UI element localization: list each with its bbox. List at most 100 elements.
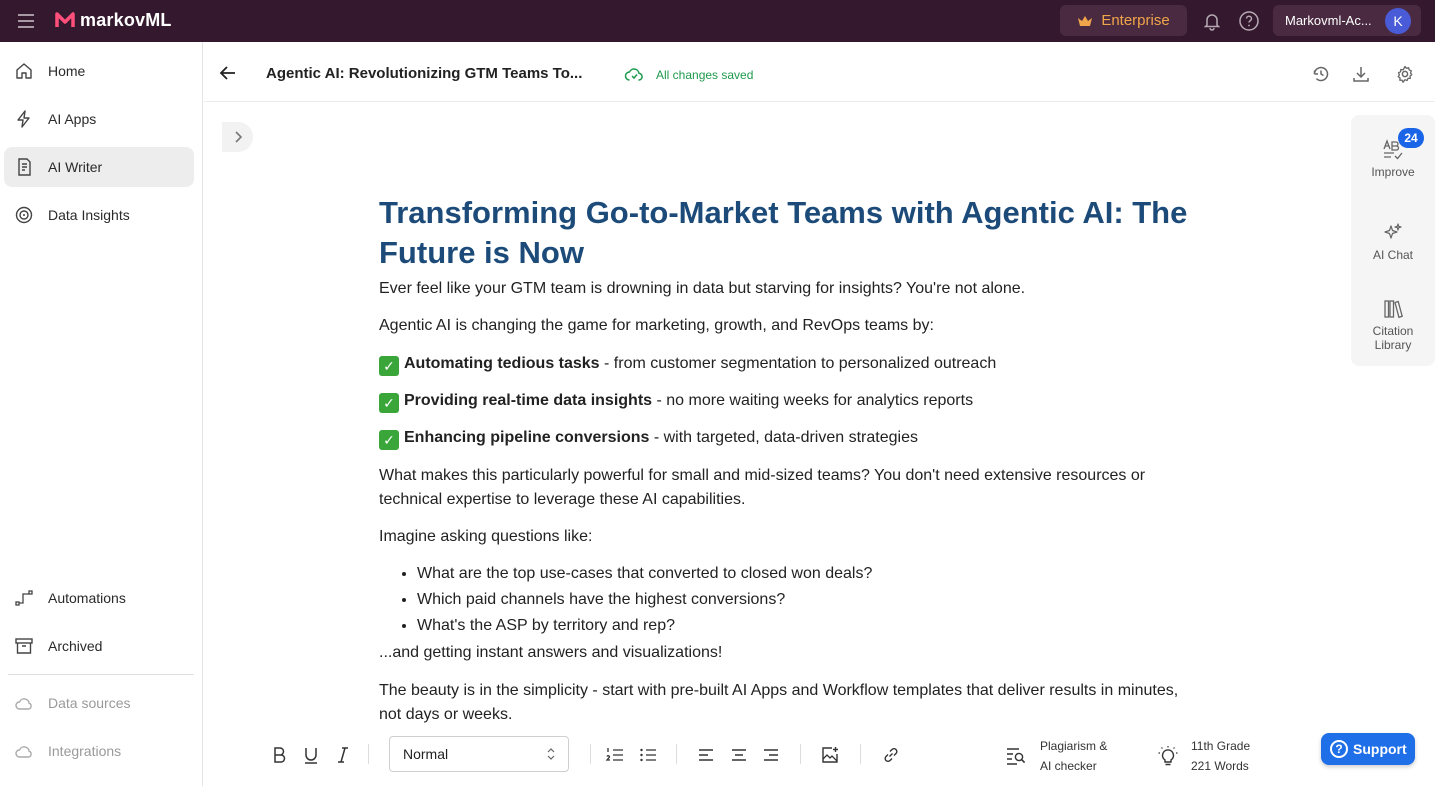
check-item-bold: Providing real-time data insights (404, 392, 653, 409)
home-icon (16, 63, 32, 79)
library-label: Library (1374, 338, 1412, 352)
citation-library-button[interactable]: Citation Library (1351, 298, 1435, 352)
insert-image-icon[interactable] (820, 745, 840, 765)
align-right-icon[interactable] (761, 745, 781, 765)
up-down-caret-icon (547, 748, 555, 760)
check-item-bold: Automating tedious tasks (404, 355, 600, 372)
improve-button[interactable]: Improve (1351, 139, 1435, 179)
workflow-icon (15, 590, 33, 606)
logo[interactable]: markovML (54, 9, 172, 31)
sidebar-item-archived[interactable]: Archived (4, 626, 194, 666)
sidebar-item-label: Home (48, 63, 86, 79)
right-tool-panel: Improve AI Chat Citation Library (1351, 115, 1435, 366)
checkmark-icon: ✓ (379, 393, 399, 413)
check-item: ✓ Enhancing pipeline conversions - with t… (379, 426, 1189, 450)
sidebar-item-label: AI Apps (48, 111, 97, 127)
sidebar-divider (8, 674, 194, 675)
word-count: 221 Words (1191, 759, 1249, 773)
help-icon[interactable] (1238, 10, 1260, 32)
bullet-list-icon[interactable] (638, 745, 658, 765)
sidebar-item-label: Data sources (48, 695, 131, 711)
notifications-bell-icon[interactable] (1201, 10, 1223, 32)
cloud-sync-icon (624, 65, 644, 83)
align-center-icon[interactable] (729, 745, 749, 765)
expand-panel-button[interactable] (222, 122, 253, 152)
toolbar-divider (800, 744, 801, 764)
sparkles-icon (1384, 223, 1402, 239)
improve-count-badge: 24 (1398, 128, 1424, 148)
cloud-icon (15, 746, 32, 758)
menu-icon[interactable] (16, 11, 36, 31)
library-books-icon (1384, 300, 1403, 319)
toolbar-divider (590, 744, 591, 764)
sidebar-item-automations[interactable]: Automations (4, 578, 194, 618)
settings-gear-icon[interactable] (1395, 64, 1415, 84)
plagiarism-label-line2: AI checker (1040, 759, 1097, 773)
paragraph: The beauty is in the simplicity - start … (379, 682, 1179, 723)
sidebar-item-label: Data Insights (48, 207, 130, 223)
sidebar-item-label: Automations (48, 590, 126, 606)
paragraph: Ever feel like your GTM team is drowning… (379, 280, 1026, 297)
paragraph: What makes this particularly powerful fo… (379, 467, 1146, 508)
align-left-icon[interactable] (696, 745, 716, 765)
check-item-text: - no more waiting weeks for analytics re… (652, 392, 974, 409)
sidebar: Home AI Apps AI Writer Data Insights Aut… (0, 42, 203, 786)
grade-level: 11th Grade (1191, 739, 1251, 753)
sidebar-item-integrations[interactable]: Integrations (4, 731, 194, 771)
chevron-right-icon (234, 131, 242, 143)
check-item-bold: Enhancing pipeline conversions (404, 429, 650, 446)
checkmark-icon: ✓ (379, 430, 399, 450)
sidebar-item-label: Integrations (48, 743, 122, 759)
list-item: What's the ASP by territory and rep? (417, 613, 1189, 639)
improve-label: Improve (1371, 165, 1415, 179)
bold-icon[interactable] (269, 745, 289, 765)
enterprise-label: Enterprise (1101, 12, 1170, 29)
sidebar-item-data-insights[interactable]: Data Insights (4, 195, 194, 235)
editor-content[interactable]: Transforming Go-to-Market Teams with Age… (379, 193, 1189, 727)
citation-label: Citation (1372, 324, 1414, 338)
lightbulb-icon (1158, 745, 1178, 766)
archive-icon (15, 638, 33, 654)
help-circle-icon: ? (1330, 740, 1348, 758)
sidebar-item-label: Archived (48, 638, 103, 654)
bolt-icon (17, 110, 30, 128)
ordered-list-icon[interactable] (605, 745, 625, 765)
paragraph: Agentic AI is changing the game for mark… (379, 317, 934, 334)
plagiarism-checker-button[interactable]: Plagiarism & AI checker (1040, 736, 1107, 776)
sidebar-item-ai-writer[interactable]: AI Writer (4, 147, 194, 187)
account-name: Markovml-Ac... (1285, 13, 1372, 28)
history-icon[interactable] (1311, 64, 1331, 84)
enterprise-button[interactable]: Enterprise (1060, 5, 1187, 36)
link-icon[interactable] (881, 745, 901, 765)
brand-name: markovML (80, 9, 172, 30)
markov-logo-icon (55, 12, 75, 27)
account-switcher[interactable]: Markovml-Ac... K (1273, 5, 1421, 36)
formatting-toolbar: Normal Plagiarism & AI checker 11th Grad… (204, 730, 1435, 786)
sidebar-item-ai-apps[interactable]: AI Apps (4, 99, 194, 139)
toolbar-divider (368, 744, 369, 764)
toolbar-divider (676, 744, 677, 764)
crown-icon (1078, 15, 1093, 26)
document-icon (18, 158, 31, 176)
sidebar-item-label: AI Writer (48, 159, 103, 175)
download-icon[interactable] (1351, 64, 1371, 84)
sidebar-item-home[interactable]: Home (4, 51, 194, 91)
check-item-text: - with targeted, data-driven strategies (649, 429, 918, 446)
text-style-select[interactable]: Normal (389, 736, 569, 772)
cloud-icon (15, 698, 32, 710)
plagiarism-check-icon[interactable] (1005, 746, 1026, 766)
ai-chat-button[interactable]: AI Chat (1351, 222, 1435, 262)
italic-icon[interactable] (333, 745, 353, 765)
top-bar: markovML Enterprise Markovml-Ac... K (0, 0, 1435, 42)
document-title[interactable]: Agentic AI: Revolutionizing GTM Teams To… (266, 65, 582, 82)
check-item-text: - from customer segmentation to personal… (599, 355, 997, 372)
support-button[interactable]: ? Support (1321, 733, 1415, 765)
underline-icon[interactable] (301, 745, 321, 765)
question-list: What are the top use-cases that converte… (417, 561, 1189, 639)
support-label: Support (1353, 741, 1407, 757)
insights-icon (15, 206, 33, 224)
list-item: Which paid channels have the highest con… (417, 587, 1189, 613)
paragraph: ...and getting instant answers and visua… (379, 644, 723, 661)
sidebar-item-data-sources[interactable]: Data sources (4, 683, 194, 723)
back-arrow-icon[interactable] (218, 63, 238, 83)
